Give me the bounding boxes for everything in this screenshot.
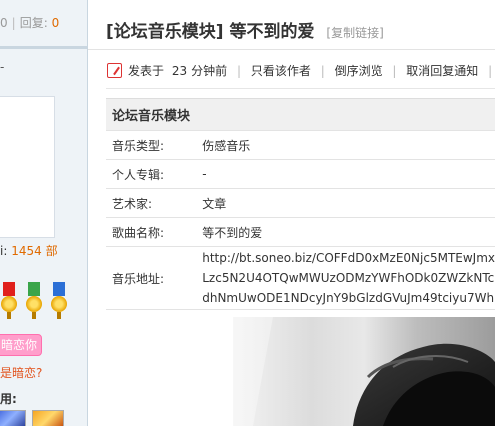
table-row: 艺术家: 文章	[106, 188, 495, 218]
medal-icon[interactable]	[25, 282, 43, 320]
avatar[interactable]	[0, 96, 55, 238]
tool-icon[interactable]	[0, 410, 26, 426]
title-text: 等不到的爱	[229, 22, 315, 42]
url-line[interactable]: dhNmUwODE1NDcyJnY9bGlzdGVuJm49tciyu7Wh	[202, 288, 495, 308]
reply-label: 回复:	[19, 16, 48, 30]
sidebar-dash: -	[0, 60, 5, 74]
points-label: i:	[0, 244, 8, 258]
table-row: 音乐地址: http://bt.soneo.biz/COFFdD0xMzE0Nj…	[106, 246, 495, 310]
row-label: 个人专辑:	[106, 159, 197, 189]
post-meta-bar: 发表于 23 分钟前 | 只看该作者 | 倒序浏览 | 取消回复通知 |	[107, 62, 495, 80]
row-label: 音乐类型:	[106, 130, 197, 160]
posted-label: 发表于	[128, 64, 165, 78]
table-row: 个人专辑: -	[106, 159, 495, 189]
post-title: [论坛音乐模块] 等不到的爱 [复制链接]	[106, 17, 384, 42]
copy-link-button[interactable]: [复制链接]	[326, 26, 383, 40]
reverse-browse-link[interactable]: 倒序浏览	[335, 64, 383, 78]
points-value: 1454 部	[11, 244, 58, 258]
table-row: 音乐类型: 伤感音乐	[106, 130, 495, 160]
row-value: -	[196, 159, 495, 189]
row-value: 等不到的爱	[196, 217, 495, 247]
forum-tag: [论坛音乐模块]	[106, 22, 224, 42]
medal-icon[interactable]	[0, 282, 18, 320]
row-label: 艺术家:	[106, 188, 197, 218]
title-divider	[88, 49, 495, 50]
row-label: 歌曲名称:	[106, 217, 197, 247]
post-main: [论坛音乐模块] 等不到的爱 [复制链接] 发表于 23 分钟前 | 只看该作者 …	[88, 0, 495, 426]
user-sidebar: 0 | 回复: 0 - i: 1454 部 暗恋你 是暗恋? 用:	[0, 0, 88, 426]
url-line[interactable]: Lzc5N2U4OTQwMWUzODMzYWFhODk0ZWZkNTc	[202, 268, 495, 288]
post-status-icon	[107, 63, 122, 78]
only-author-link[interactable]: 只看该作者	[251, 64, 311, 78]
row-value: 文章	[196, 188, 495, 218]
posted-unit: 分钟前	[191, 64, 228, 78]
cancel-notify-link[interactable]: 取消回复通知	[406, 64, 478, 78]
posted-count: 23	[171, 64, 188, 78]
tools-label: 用:	[0, 392, 17, 406]
meta-divider	[106, 88, 495, 89]
tool-list	[0, 410, 87, 426]
view-count: 0	[0, 16, 8, 30]
table-header: 论坛音乐模块	[106, 98, 495, 131]
points-line: i: 1454 部	[0, 242, 58, 259]
url-line[interactable]: http://bt.soneo.biz/COFFdD0xMzE0Njc5MTEw…	[202, 248, 495, 268]
music-info-table: 论坛音乐模块 音乐类型: 伤感音乐 个人专辑: - 艺术家: 文章 歌曲名称: …	[106, 98, 495, 310]
table-header-row: 论坛音乐模块	[106, 98, 495, 131]
tool-icon[interactable]	[32, 410, 64, 426]
row-value: 伤感音乐	[196, 130, 495, 160]
post-photo	[233, 317, 495, 426]
medal-icon[interactable]	[50, 282, 68, 320]
music-url[interactable]: http://bt.soneo.biz/COFFdD0xMzE0Njc5MTEw…	[196, 246, 495, 310]
row-label: 音乐地址:	[106, 246, 197, 310]
post-stats: 0 | 回复: 0	[0, 16, 60, 30]
reply-count: 0	[51, 16, 60, 30]
sidebar-divider	[0, 46, 87, 49]
crush-question-link[interactable]: 是暗恋?	[0, 364, 42, 381]
table-row: 歌曲名称: 等不到的爱	[106, 217, 495, 247]
crush-button[interactable]: 暗恋你	[0, 334, 42, 356]
